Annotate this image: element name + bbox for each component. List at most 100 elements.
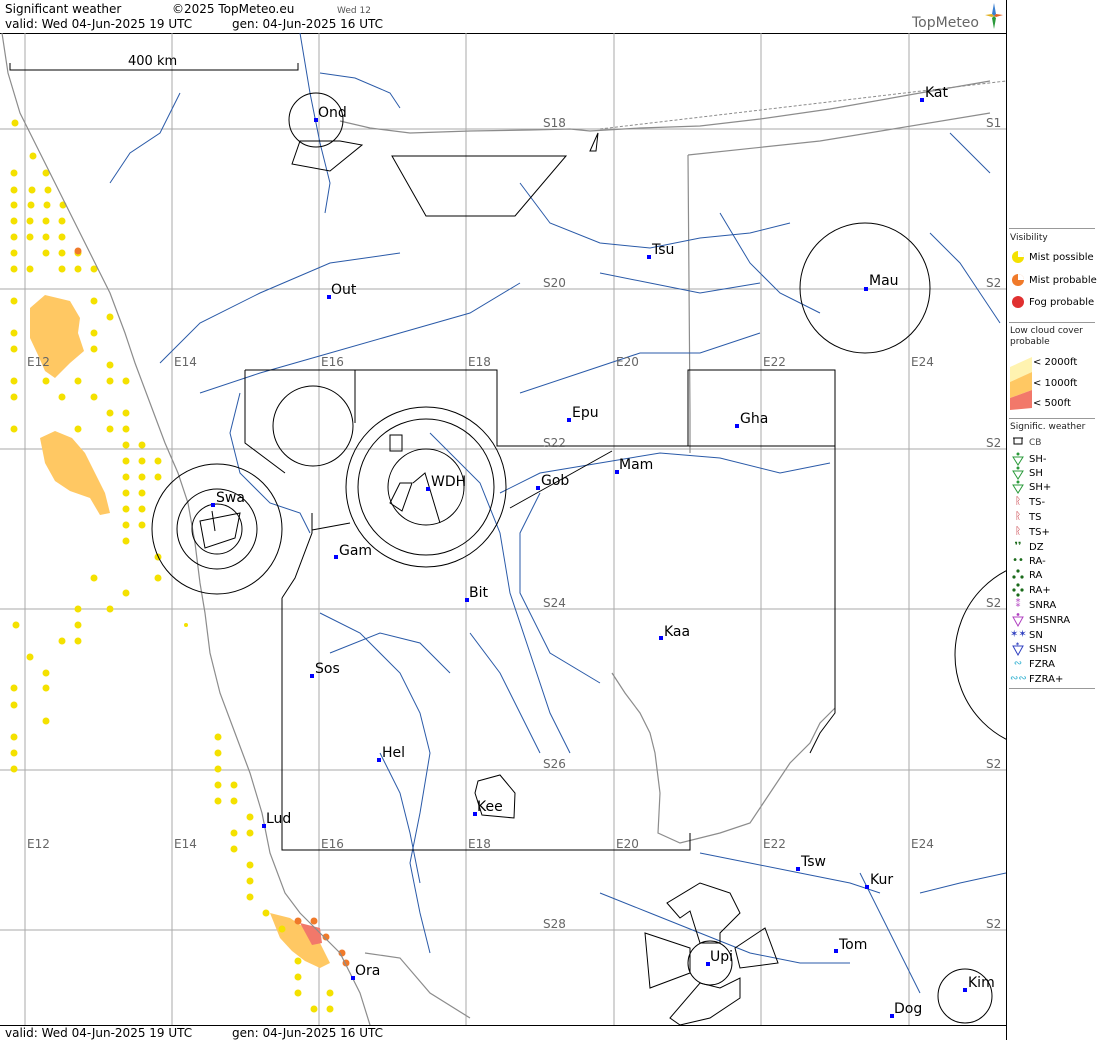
- footer-generated-time: gen: 04-Jun-2025 16 UTC: [232, 1026, 384, 1040]
- shower-light-icon: [1010, 452, 1026, 466]
- stations[interactable]: Ond Kat Tsu Mau Out Epu Gha Mam Gob WDH …: [211, 85, 995, 1018]
- svg-text:✶: ✶: [1015, 642, 1020, 648]
- upi-sector-w[interactable]: [644, 932, 691, 989]
- station-bit[interactable]: Bit: [465, 585, 488, 602]
- station-mau[interactable]: Mau: [864, 273, 899, 291]
- fir-sector-edge[interactable]: [809, 446, 836, 754]
- station-kur[interactable]: Kur: [865, 872, 893, 889]
- low-cloud-gradient-icon: [1010, 357, 1032, 410]
- brand-logo-text: TopMeteo: [912, 15, 979, 31]
- legend-ts-minus: ᚱ TS-: [1010, 495, 1045, 509]
- station-dog[interactable]: Dog: [890, 1001, 922, 1018]
- svg-text:E18: E18: [468, 355, 491, 369]
- svg-text:S2: S2: [986, 276, 1001, 290]
- svg-text:S22: S22: [543, 436, 566, 450]
- valid-time: valid: Wed 04-Jun-2025 19 UTC: [5, 17, 193, 31]
- weather-map[interactable]: 400 km S18 S1 S20 S2 S22 S2 S24 S2 S26 S…: [0, 33, 1006, 1025]
- footer-valid-time: valid: Wed 04-Jun-2025 19 UTC: [5, 1026, 193, 1040]
- small-area[interactable]: [589, 132, 599, 152]
- station-gha[interactable]: Gha: [735, 411, 768, 428]
- svg-text:S1: S1: [986, 116, 1001, 130]
- legend-cb: CB: [1010, 436, 1041, 450]
- station-ora[interactable]: Ora: [351, 963, 380, 980]
- svg-text:E16: E16: [321, 837, 344, 851]
- svg-text:WDH: WDH: [431, 474, 466, 490]
- svg-text:E12: E12: [27, 837, 50, 851]
- tma-east[interactable]: [954, 560, 1006, 750]
- station-kaa[interactable]: Kaa: [659, 624, 690, 640]
- snow-rain-shower-icon: [1010, 613, 1026, 628]
- mist-probable-icon: [1010, 273, 1026, 287]
- lat-lon-grid: [0, 33, 1006, 1025]
- freezing-rain-icon: ∾: [1013, 658, 1023, 669]
- fog-probable-icon: [1010, 295, 1026, 309]
- station-tsw[interactable]: Tsw: [796, 854, 826, 871]
- svg-text:Kaa: Kaa: [664, 624, 690, 640]
- legend-panel: Visibility Mist possible Mist probable F…: [1006, 0, 1097, 1040]
- station-out[interactable]: Out: [327, 282, 357, 299]
- legend-sh: SH: [1010, 466, 1043, 480]
- svg-text:Ora: Ora: [355, 963, 380, 979]
- shower-heavy-icon: [1010, 480, 1026, 494]
- svg-text:E22: E22: [763, 837, 786, 851]
- thunderstorm-icon: ᚱ: [1015, 511, 1021, 522]
- upi-sector-e[interactable]: [734, 927, 779, 969]
- station-gob[interactable]: Gob: [536, 473, 569, 490]
- station-tom[interactable]: Tom: [834, 937, 867, 953]
- svg-text:E18: E18: [468, 837, 491, 851]
- station-lud[interactable]: Lud: [262, 811, 291, 828]
- station-wdh[interactable]: WDH: [426, 474, 466, 491]
- restricted-area[interactable]: [391, 155, 568, 217]
- legend-visibility-title: Visibility: [1010, 233, 1048, 243]
- fir-sector-edge[interactable]: [244, 370, 286, 474]
- svg-text:Bit: Bit: [469, 585, 488, 601]
- copyright: ©2025 TopMeteo.eu: [172, 2, 295, 16]
- svg-text:S26: S26: [543, 757, 566, 771]
- station-gam[interactable]: Gam: [334, 543, 372, 559]
- legend-sh-plus: SH+: [1010, 480, 1051, 494]
- legend-mist-probable: Mist probable: [1010, 273, 1097, 287]
- svg-text:E12: E12: [27, 355, 50, 369]
- svg-text:S2: S2: [986, 596, 1001, 610]
- fir-sector-west[interactable]: [281, 513, 313, 599]
- legend-ts: ᚱ TS: [1010, 510, 1041, 524]
- generated-time: gen: 04-Jun-2025 16 UTC: [232, 17, 384, 31]
- tma-ond[interactable]: [291, 140, 364, 172]
- fir-sector[interactable]: [245, 369, 836, 447]
- station-kim[interactable]: Kim: [963, 975, 995, 992]
- svg-text:Kur: Kur: [870, 872, 893, 888]
- station-ond[interactable]: Ond: [314, 105, 347, 122]
- station-mam[interactable]: Mam: [615, 457, 653, 474]
- map-footer: valid: Wed 04-Jun-2025 19 UTC gen: 04-Ju…: [0, 1025, 1006, 1041]
- svg-text:S18: S18: [543, 116, 566, 130]
- snow-shower-icon: ✶: [1010, 641, 1026, 657]
- ctr-sector[interactable]: [272, 385, 354, 467]
- station-kat[interactable]: Kat: [920, 85, 949, 102]
- svg-text:E20: E20: [616, 355, 639, 369]
- cb-icon: [1010, 436, 1026, 450]
- svg-text:Gob: Gob: [541, 473, 569, 489]
- station-hel[interactable]: Hel: [377, 745, 405, 762]
- legend-fzra-plus: ∾∾ FZRA+: [1010, 673, 1064, 685]
- svg-text:Tsw: Tsw: [800, 854, 826, 870]
- legend-sn: ✶✶ SN: [1010, 629, 1043, 641]
- svg-text:Out: Out: [331, 282, 357, 298]
- svg-text:S20: S20: [543, 276, 566, 290]
- station-epu[interactable]: Epu: [567, 405, 599, 422]
- legend-ts-plus: ᚱ TS+: [1010, 525, 1050, 539]
- ctr-swa[interactable]: [191, 503, 243, 555]
- station-sos[interactable]: Sos: [310, 661, 340, 678]
- station-tsu[interactable]: Tsu: [647, 242, 674, 259]
- station-upi[interactable]: Upi: [706, 949, 733, 966]
- freezing-rain-heavy-icon: ∾∾: [1010, 673, 1027, 684]
- legend-fog-probable: Fog probable: [1010, 295, 1094, 309]
- drizzle-icon: ❜❜: [1014, 541, 1022, 552]
- upi-sector-s[interactable]: [669, 977, 741, 1025]
- station-swa[interactable]: Swa: [211, 490, 245, 507]
- swa-danger-area[interactable]: [199, 510, 241, 549]
- rain-icon: [1010, 568, 1026, 582]
- station-kee[interactable]: Kee: [473, 799, 503, 816]
- svg-text:E22: E22: [763, 355, 786, 369]
- svg-text:Upi: Upi: [710, 949, 733, 965]
- svg-text:Mau: Mau: [869, 273, 899, 289]
